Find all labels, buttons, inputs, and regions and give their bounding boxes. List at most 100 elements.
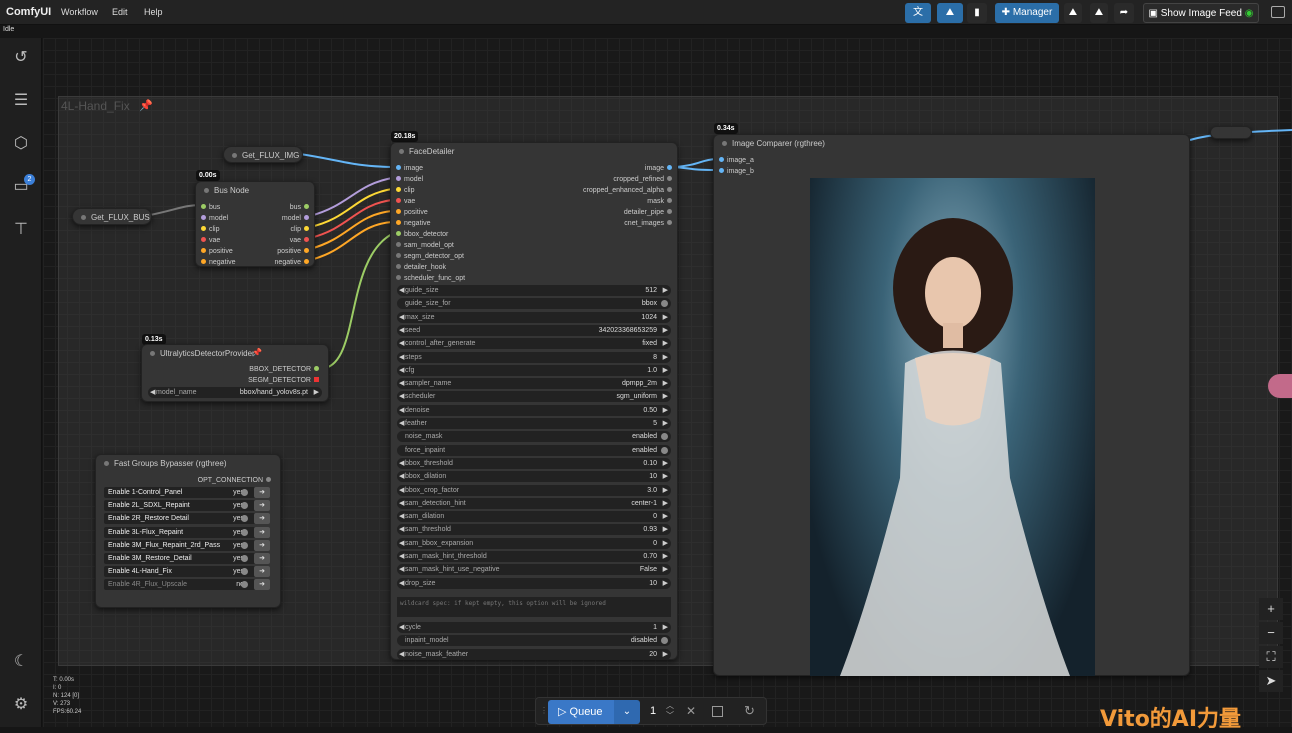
get-flux-img-node[interactable]: Get_FLUX_IMG <box>223 146 303 163</box>
decrement-icon[interactable]: ◀ <box>399 418 404 429</box>
navigate-arrow-icon[interactable]: ➜ <box>254 553 270 564</box>
comparison-image[interactable] <box>810 178 1095 676</box>
increment-icon[interactable]: ▶ <box>663 485 668 496</box>
widget-sam-dilation[interactable]: ◀ sam_dilation 0 ▶ <box>397 511 671 523</box>
decrement-icon[interactable]: ◀ <box>399 524 404 535</box>
decrement-icon[interactable]: ◀ <box>399 649 404 660</box>
increment-icon[interactable]: ▶ <box>663 325 668 336</box>
navigate-arrow-icon[interactable]: ➜ <box>254 526 270 538</box>
decrement-icon[interactable]: ◀ <box>399 578 404 589</box>
input-detailer-hook[interactable]: detailer_hook <box>393 262 446 273</box>
navigate-arrow-icon[interactable]: ➜ <box>254 579 270 591</box>
input-bus[interactable]: bus <box>198 202 220 213</box>
decrement-icon[interactable]: ◀ <box>399 325 404 336</box>
widget-guide-size[interactable]: ◀ guide_size 512 ▶ <box>397 285 671 296</box>
toggle-icon[interactable] <box>661 637 668 645</box>
output-clip[interactable]: clip <box>290 224 312 235</box>
widget-cfg[interactable]: ◀ cfg 1.0 ▶ <box>397 364 671 376</box>
decrement-icon[interactable]: ◀ <box>399 498 404 509</box>
decrement-icon[interactable]: ◀ <box>399 365 404 376</box>
batch-stepper[interactable]: ︿ ﹀ <box>666 701 674 721</box>
widget-sam-bbox-expansion[interactable]: ◀ sam_bbox_expansion 0 ▶ <box>397 537 671 549</box>
toggle-icon[interactable] <box>661 433 668 441</box>
widget-guide-size-for[interactable]: guide_size_for bbox <box>397 298 671 310</box>
increment-icon[interactable]: ▶ <box>663 352 668 363</box>
navigate-arrow-icon[interactable]: ➜ <box>254 500 270 512</box>
bypass-row[interactable]: Enable 1-Control_Panel yes ➜ <box>104 487 270 498</box>
navigate-arrow-icon[interactable]: ➜ <box>254 513 270 525</box>
fast-groups-bypasser-node[interactable]: Fast Groups Bypasser (rgthree) OPT_CONNE… <box>95 454 281 608</box>
increment-icon[interactable]: ▶ <box>663 471 668 482</box>
bypass-row[interactable]: Enable 4L-Hand_Fix yes ➜ <box>104 566 270 578</box>
input-image-b[interactable]: image_b <box>716 166 754 177</box>
output-opt-connection[interactable]: OPT_CONNECTION <box>198 475 274 486</box>
decrement-icon[interactable]: ◀ <box>399 622 404 633</box>
bypass-row[interactable]: Enable 3M_Restore_Detail yes ➜ <box>104 553 270 564</box>
increment-icon[interactable]: ▶ <box>663 458 668 469</box>
decrement-icon[interactable]: ◀ <box>399 352 404 363</box>
chevron-down-icon[interactable]: ⌄ <box>614 700 640 724</box>
output-bus[interactable]: bus <box>290 202 312 213</box>
output-image[interactable]: image <box>645 163 675 174</box>
navigate-arrow-icon[interactable]: ➜ <box>254 539 270 551</box>
decrement-icon[interactable]: ◀ <box>399 338 404 349</box>
increment-icon[interactable]: ▶ <box>663 524 668 535</box>
increment-icon[interactable]: ▶ <box>663 511 668 522</box>
widget-inpaint-model[interactable]: inpaint_model disabled <box>397 635 671 647</box>
decrement-icon[interactable]: ◀ <box>399 378 404 389</box>
output-cropped-refined[interactable]: cropped_refined <box>613 174 675 185</box>
widget-denoise[interactable]: ◀ denoise 0.50 ▶ <box>397 404 671 416</box>
model-name-widget[interactable]: ◀ model_name bbox/hand_yolov8s.pt ▶ <box>148 387 322 398</box>
toggle-icon[interactable] <box>241 541 248 549</box>
input-negative[interactable]: negative <box>198 257 235 268</box>
fit-view-icon[interactable]: ⛶ <box>1259 646 1283 668</box>
decrement-icon[interactable]: ◀ <box>399 485 404 496</box>
output-vae[interactable]: vae <box>290 235 312 246</box>
input-bbox-detector[interactable]: bbox_detector <box>393 229 448 240</box>
widget-sam-mask-hint-use-negative[interactable]: ◀ sam_mask_hint_use_negative False ▶ <box>397 564 671 576</box>
toggle-icon[interactable] <box>661 446 668 454</box>
input-image[interactable]: image <box>393 163 423 174</box>
zoom-in-icon[interactable]: + <box>1259 598 1283 620</box>
input-vae[interactable]: vae <box>393 196 415 207</box>
navigate-arrow-icon[interactable]: ➜ <box>254 566 270 578</box>
bypass-row[interactable]: Enable 4R_Flux_Upscaleno➜ <box>104 579 270 591</box>
output-positive[interactable]: positive <box>277 246 312 257</box>
increment-icon[interactable]: ▶ <box>663 405 668 416</box>
widget-bbox-dilation[interactable]: ◀ bbox_dilation 10 ▶ <box>397 471 671 483</box>
decrement-icon[interactable]: ◀ <box>399 511 404 522</box>
input-model[interactable]: model <box>393 174 423 185</box>
decrement-icon[interactable]: ◀ <box>399 551 404 562</box>
bypass-row[interactable]: Enable 3L-Flux_Repaint yes ➜ <box>104 526 270 538</box>
refresh-icon[interactable]: ↻ <box>744 703 755 719</box>
increment-icon[interactable]: ▶ <box>663 649 668 660</box>
bypass-row[interactable]: Enable 2L_SDXL_Repaint yes ➜ <box>104 500 270 512</box>
increment-icon[interactable]: ▶ <box>663 622 668 633</box>
toggle-icon[interactable] <box>661 300 668 308</box>
output-segm-detector[interactable]: SEGM_DETECTOR <box>248 375 322 386</box>
increment-icon[interactable]: ▶ <box>663 338 668 349</box>
decrement-icon[interactable]: ◀ <box>399 564 404 575</box>
input-negative[interactable]: negative <box>393 218 430 229</box>
decrement-icon[interactable]: ◀ <box>399 405 404 416</box>
input-clip[interactable]: clip <box>393 185 415 196</box>
locate-icon[interactable]: ➤ <box>1259 670 1283 692</box>
increment-icon[interactable]: ▶ <box>663 391 668 402</box>
increment-icon[interactable]: ▶ <box>663 578 668 589</box>
widget-max-size[interactable]: ◀ max_size 1024 ▶ <box>397 311 671 323</box>
get-flux-bus-node[interactable]: Get_FLUX_BUS <box>72 208 152 225</box>
increment-icon[interactable]: ▶ <box>663 538 668 549</box>
widget-sam-detection-hint[interactable]: ◀ sam_detection_hint center-1 ▶ <box>397 497 671 509</box>
input-sam-model-opt[interactable]: sam_model_opt <box>393 240 454 251</box>
image-comparer-node[interactable]: Image Comparer (rgthree) image_a image_b <box>713 134 1190 676</box>
widget-noise-mask-feather[interactable]: ◀ noise_mask_feather 20 ▶ <box>397 648 671 660</box>
widget-drop-size[interactable]: ◀ drop_size 10 ▶ <box>397 577 671 589</box>
input-positive[interactable]: positive <box>198 246 233 257</box>
widget-steps[interactable]: ◀ steps 8 ▶ <box>397 351 671 363</box>
decrement-icon[interactable]: ◀ <box>399 391 404 402</box>
bus-node[interactable]: Bus Node bus bus model model clip clip vae vae p… <box>195 181 315 267</box>
widget-bbox-crop-factor[interactable]: ◀ bbox_crop_factor 3.0 ▶ <box>397 484 671 496</box>
wildcard-textarea[interactable]: wildcard spec: if kept empty, this optio… <box>397 597 671 617</box>
widget-feather[interactable]: ◀ feather 5 ▶ <box>397 418 671 429</box>
increment-icon[interactable]: ▶ <box>663 418 668 429</box>
